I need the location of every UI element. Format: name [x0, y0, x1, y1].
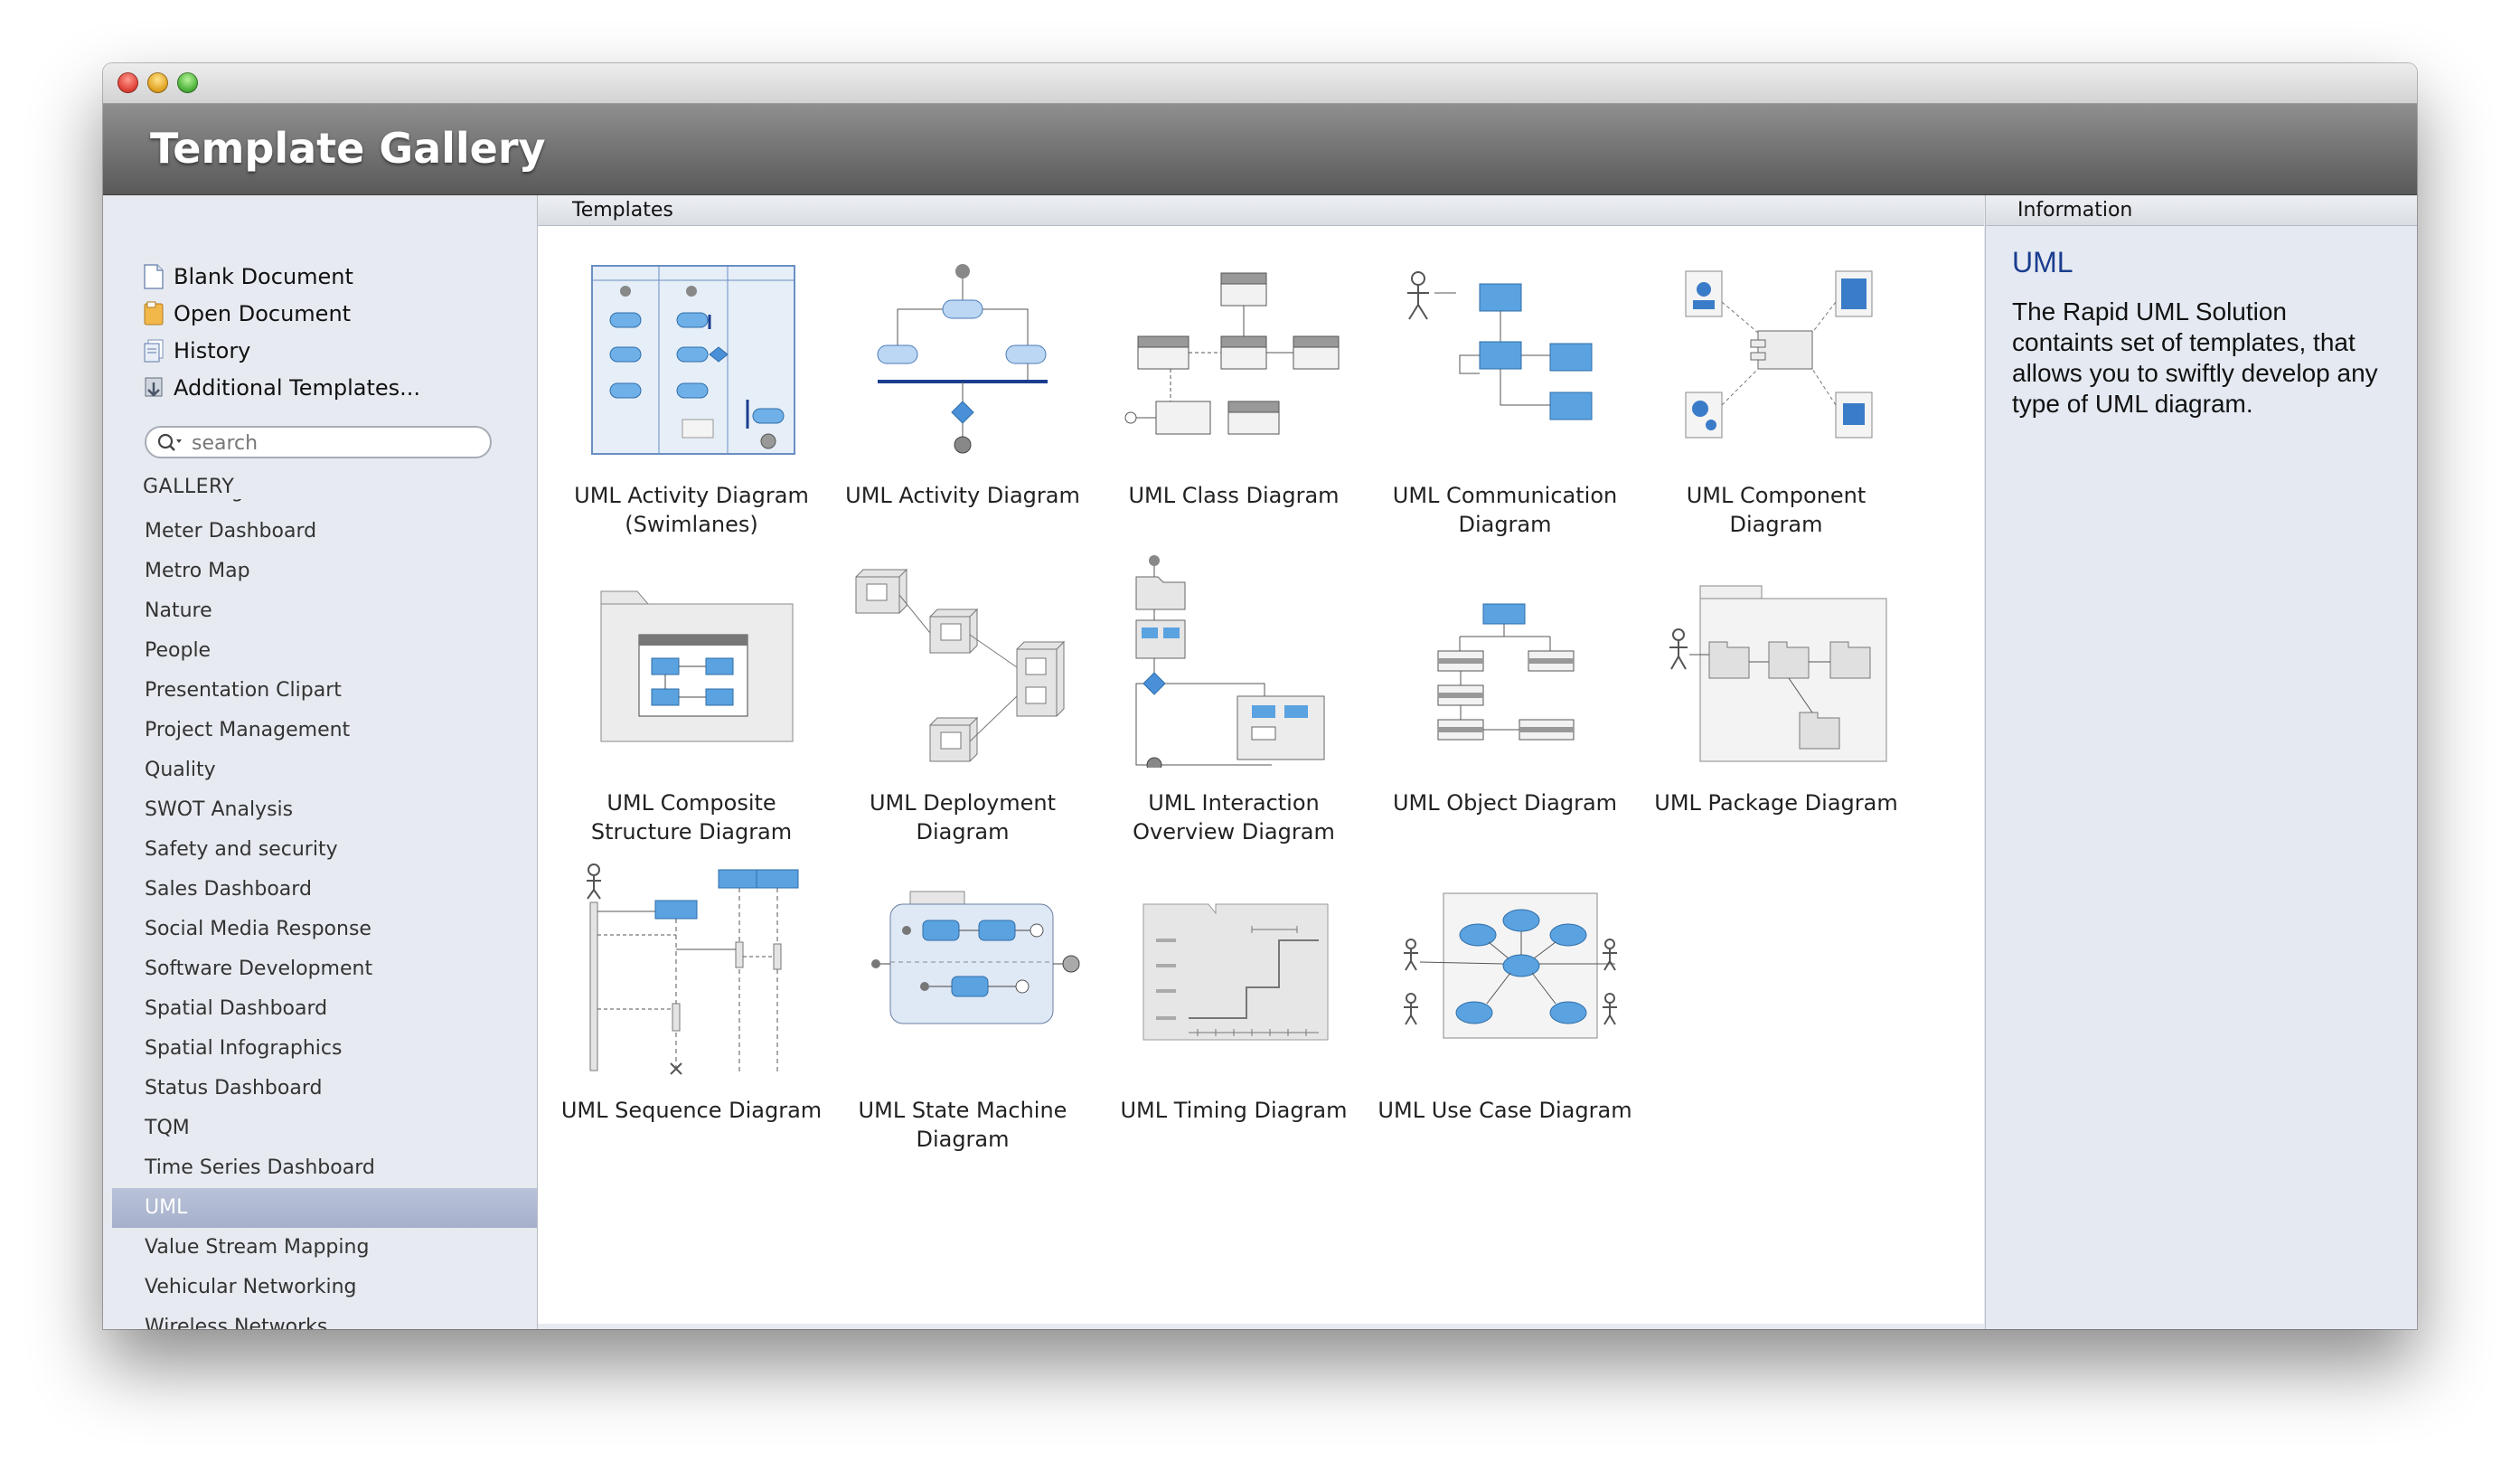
sequence-thumbnail	[574, 863, 809, 1075]
templates-bottom-edge	[538, 1324, 1984, 1329]
template-tile[interactable]: UML Activity Diagram	[827, 248, 1098, 537]
minimize-button[interactable]	[147, 72, 168, 93]
gallery-item[interactable]: Time Series Dashboard	[112, 1148, 537, 1188]
template-label: UML Component Diagram	[1686, 483, 1866, 537]
download-icon	[143, 375, 165, 401]
zoom-button[interactable]	[177, 72, 198, 93]
information-header: Information	[1986, 195, 2417, 226]
gallery-item[interactable]: Status Dashboard	[112, 1069, 537, 1109]
template-tile[interactable]: UML Sequence Diagram	[556, 863, 827, 1152]
open-document-label: Open Document	[174, 301, 352, 326]
gallery-item[interactable]: Marketing	[112, 499, 537, 512]
info-description: The Rapid UML Solution containts set of …	[2012, 297, 2378, 418]
additional-templates-button[interactable]: Additional Templates...	[143, 372, 420, 404]
gallery-item[interactable]: Presentation Clipart	[112, 671, 537, 711]
gallery-item[interactable]: Project Management	[112, 711, 537, 750]
gallery-item[interactable]: Value Stream Mapping	[112, 1228, 537, 1268]
gallery-list[interactable]: Marketing Meter Dashboard Metro Map Natu…	[112, 499, 537, 1329]
gallery-item[interactable]: People	[112, 631, 537, 671]
object-thumbnail	[1387, 555, 1622, 768]
gallery-header: Template Gallery	[103, 104, 2417, 195]
template-tile[interactable]: UML Component Diagram	[1641, 248, 1912, 537]
template-label: UML Communication Diagram	[1392, 483, 1618, 537]
deployment-thumbnail	[845, 555, 1080, 768]
template-label: UML Use Case Diagram	[1378, 1098, 1632, 1123]
class-thumbnail	[1116, 248, 1351, 460]
history-label: History	[174, 338, 251, 363]
information-panel: Information UML The Rapid UML Solution c…	[1985, 195, 2417, 1329]
blank-document-label: Blank Document	[174, 264, 353, 289]
gallery-item[interactable]: Social Media Response	[112, 910, 537, 949]
gallery-item[interactable]: Wireless Networks	[112, 1307, 537, 1329]
template-tile[interactable]: UML Composite Structure Diagram	[556, 555, 827, 845]
gallery-item[interactable]: Software Development	[112, 949, 537, 989]
template-label: UML Timing Diagram	[1120, 1098, 1348, 1123]
blank-document-button[interactable]: Blank Document	[143, 260, 353, 293]
blank-document-icon	[143, 264, 165, 289]
gallery-item[interactable]: Safety and security	[112, 830, 537, 870]
template-tile[interactable]: UML Timing Diagram	[1098, 863, 1369, 1152]
gallery-item[interactable]: Metro Map	[112, 552, 537, 591]
history-button[interactable]: History	[143, 335, 250, 367]
additional-templates-label: Additional Templates...	[174, 375, 421, 401]
gallery-header-label: GALLERY	[143, 476, 235, 498]
template-label: UML Sequence Diagram	[560, 1098, 823, 1123]
template-tile[interactable]: UML Activity Diagram (Swimlanes)	[556, 248, 827, 537]
gallery-item[interactable]: SWOT Analysis	[112, 790, 537, 830]
template-tile[interactable]: UML Interaction Overview Diagram	[1098, 555, 1369, 845]
template-label: UML Composite Structure Diagram	[590, 790, 793, 845]
gallery-item[interactable]: Spatial Dashboard	[112, 989, 537, 1029]
search-icon	[157, 432, 184, 458]
component-thumbnail	[1659, 248, 1894, 460]
close-button[interactable]	[118, 72, 138, 93]
gallery-item[interactable]: TQM	[112, 1109, 537, 1148]
gallery-item[interactable]: Meter Dashboard	[112, 512, 537, 552]
search-field[interactable]	[145, 426, 492, 458]
gallery-item-selected[interactable]: UML	[112, 1188, 537, 1228]
info-title: UML	[2012, 246, 2073, 278]
template-tile[interactable]: UML Package Diagram	[1641, 555, 1912, 845]
interaction-overview-thumbnail	[1116, 555, 1351, 773]
template-label: UML Interaction Overview Diagram	[1133, 790, 1335, 845]
activity-swimlanes-thumbnail	[574, 248, 809, 460]
template-label: UML Object Diagram	[1392, 790, 1618, 816]
gallery-item[interactable]: Nature	[112, 591, 537, 631]
template-tile[interactable]: UML State Machine Diagram	[827, 863, 1098, 1152]
template-label: UML Package Diagram	[1654, 790, 1898, 816]
activity-thumbnail	[845, 248, 1080, 460]
search-input[interactable]	[190, 429, 483, 457]
template-tile[interactable]: UML Use Case Diagram	[1369, 863, 1641, 1152]
template-gallery-window: Template Gallery Blank Document Open Doc…	[103, 63, 2417, 1329]
state-machine-thumbnail	[845, 863, 1080, 1075]
open-document-button[interactable]: Open Document	[143, 297, 351, 330]
package-thumbnail	[1659, 555, 1894, 768]
template-tile[interactable]: UML Class Diagram	[1098, 248, 1369, 537]
template-label: UML Deployment Diagram	[869, 790, 1057, 845]
timing-thumbnail	[1116, 863, 1351, 1075]
gallery-item[interactable]: Quality	[112, 750, 537, 790]
template-label: UML State Machine Diagram	[858, 1098, 1067, 1152]
templates-header: Templates	[538, 195, 1984, 226]
gallery-item[interactable]: Spatial Infographics	[112, 1029, 537, 1069]
template-tile[interactable]: UML Deployment Diagram	[827, 555, 1098, 845]
template-label: UML Class Diagram	[1128, 483, 1340, 508]
composite-structure-thumbnail	[574, 555, 809, 768]
template-label: UML Activity Diagram (Swimlanes)	[574, 483, 809, 537]
use-case-thumbnail	[1387, 863, 1622, 1075]
template-tile[interactable]: UML Communication Diagram	[1369, 248, 1641, 537]
templates-panel: Templates UML Activity Diagram (Swimlane…	[538, 195, 1984, 1324]
gallery-item[interactable]: Vehicular Networking	[112, 1268, 537, 1307]
communication-thumbnail	[1387, 248, 1622, 460]
title-bar	[103, 63, 2417, 104]
template-label: UML Activity Diagram	[845, 483, 1080, 508]
template-tile[interactable]: UML Object Diagram	[1369, 555, 1641, 845]
sidebar: Blank Document Open Document History Add…	[103, 195, 538, 1329]
open-document-icon	[143, 301, 165, 326]
history-icon	[143, 338, 165, 363]
gallery-item[interactable]: Sales Dashboard	[112, 870, 537, 910]
page-title: Template Gallery	[150, 124, 546, 173]
